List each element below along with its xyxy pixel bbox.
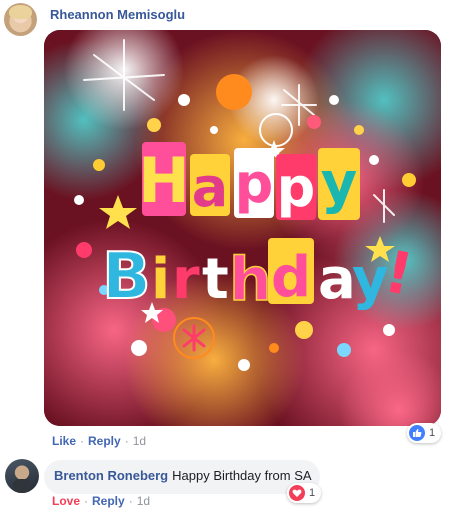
birthday-gif-attachment[interactable]: H a p p y B i r t h d a y !: [44, 30, 441, 426]
reaction-count-number: 1: [429, 427, 436, 439]
comment-rheannon: Rheannon Memisoglu H a p p y B i r t h d…: [0, 0, 475, 455]
comment-author-name[interactable]: Rheannon Memisoglu: [50, 7, 185, 22]
svg-text:H: H: [138, 144, 190, 217]
svg-text:p: p: [277, 156, 316, 219]
like-thumb-icon: [409, 425, 425, 441]
separator-dot: ·: [80, 434, 85, 448]
svg-text:a: a: [318, 247, 356, 312]
reply-link[interactable]: Reply: [92, 494, 125, 508]
svg-text:h: h: [229, 245, 272, 315]
svg-text:B: B: [102, 240, 151, 314]
comment-actions: Like · Reply · 1d: [52, 434, 146, 448]
comment-timestamp[interactable]: 1d: [137, 494, 150, 508]
svg-text:a: a: [192, 156, 228, 219]
svg-text:t: t: [202, 247, 229, 312]
comment-actions: Love · Reply · 1d: [52, 494, 150, 508]
svg-text:y: y: [321, 151, 358, 216]
avatar[interactable]: [4, 3, 37, 36]
svg-text:r: r: [172, 247, 200, 312]
comment-timestamp[interactable]: 1d: [133, 434, 146, 448]
comment-bubble: Brenton Roneberg Happy Birthday from SA: [44, 460, 320, 494]
reaction-count[interactable]: 1: [407, 423, 442, 443]
separator-dot: ·: [84, 494, 89, 508]
reply-link[interactable]: Reply: [88, 434, 121, 448]
like-link[interactable]: Like: [52, 434, 76, 448]
reaction-count[interactable]: 1: [287, 483, 322, 503]
heart-icon: [289, 485, 305, 501]
comment-text: Happy Birthday from SA: [172, 468, 312, 483]
svg-text:p: p: [235, 152, 274, 215]
separator-dot: ·: [128, 494, 133, 508]
svg-text:d: d: [271, 245, 311, 310]
separator-dot: ·: [124, 434, 129, 448]
love-link[interactable]: Love: [52, 494, 80, 508]
comment-author-name[interactable]: Brenton Roneberg: [54, 468, 168, 483]
reaction-count-number: 1: [309, 487, 316, 499]
avatar[interactable]: [5, 459, 39, 493]
svg-text:i: i: [151, 247, 170, 312]
